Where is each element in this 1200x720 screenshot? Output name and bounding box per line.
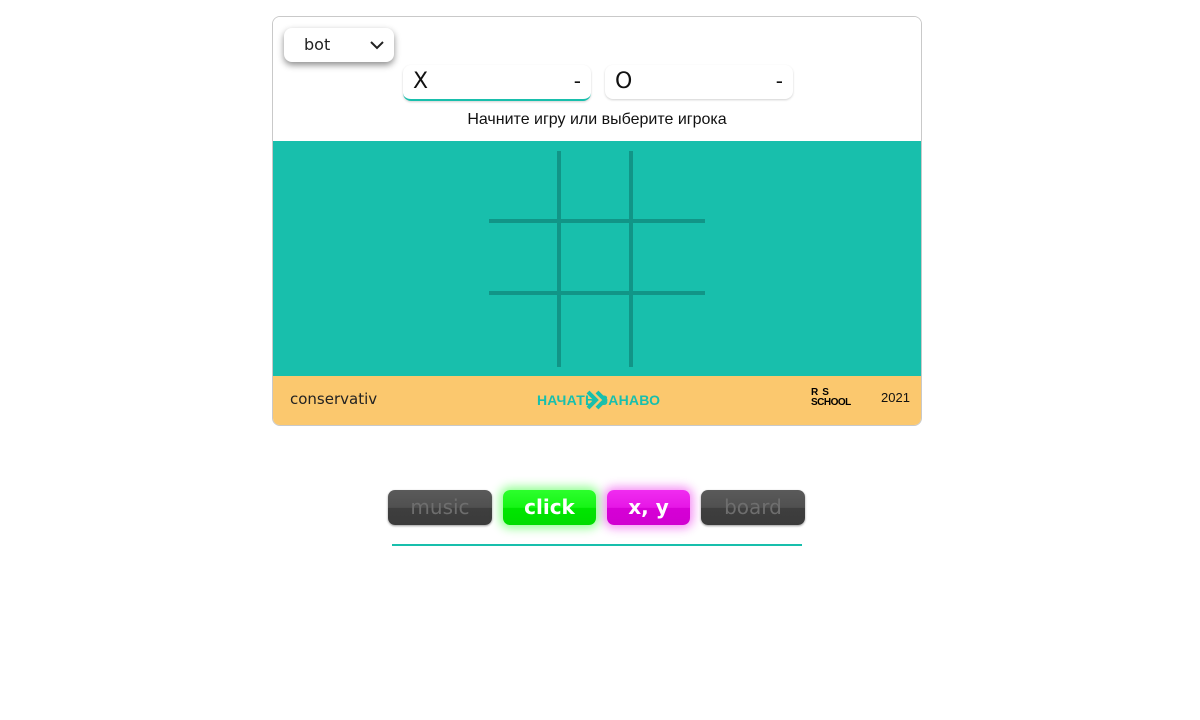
board-cell-2[interactable]: [561, 151, 633, 223]
copyright-year: 2021: [881, 390, 910, 405]
coordinates-toggle-button[interactable]: x, y: [607, 490, 690, 525]
board-cell-4[interactable]: [489, 223, 561, 295]
board-cell-5[interactable]: [561, 223, 633, 295]
player-x-field[interactable]: X -: [403, 65, 591, 101]
player-o-score: -: [775, 69, 783, 93]
mode-select-value: bot: [304, 35, 331, 54]
board-cell-1[interactable]: [489, 151, 561, 223]
game-status: Начните игру или выберите игрока: [467, 111, 727, 128]
music-toggle-button[interactable]: music: [388, 490, 492, 525]
difficulty-selector[interactable]: conservativ: [290, 390, 377, 408]
chevron-down-icon: [370, 41, 384, 50]
click-toggle-label: click: [524, 495, 575, 519]
tic-tac-toe-board: [489, 151, 705, 367]
game-footer: conservativ НАЧАТЬ ЗАНАВО R S SCHOOL 202…: [273, 376, 921, 425]
player-o-field[interactable]: O -: [605, 65, 793, 99]
board-cell-7[interactable]: [489, 295, 561, 367]
mode-select[interactable]: bot: [284, 28, 394, 62]
music-toggle-label: music: [410, 495, 470, 519]
game-container: bot X - O - Начните игру или выберите иг…: [272, 16, 922, 426]
board-toggle-button[interactable]: board: [701, 490, 805, 525]
board-toggle-label: board: [724, 495, 782, 519]
player-o-mark: O: [615, 69, 633, 94]
board-cell-9[interactable]: [633, 295, 705, 367]
coordinates-toggle-label: x, y: [628, 495, 669, 519]
click-sound-toggle-button[interactable]: click: [503, 490, 596, 525]
double-chevron-right-icon: [586, 390, 608, 410]
controls-underline: [392, 544, 802, 546]
board-cell-3[interactable]: [633, 151, 705, 223]
player-x-score: -: [573, 69, 581, 93]
player-x-mark: X: [413, 69, 429, 94]
logo-line-2: SCHOOL: [811, 397, 851, 408]
board-cell-8[interactable]: [561, 295, 633, 367]
game-header: bot X - O - Начните игру или выберите иг…: [273, 17, 921, 141]
rs-school-logo: R S SCHOOL: [811, 388, 863, 410]
board-cell-6[interactable]: [633, 223, 705, 295]
board-area: [273, 141, 921, 376]
